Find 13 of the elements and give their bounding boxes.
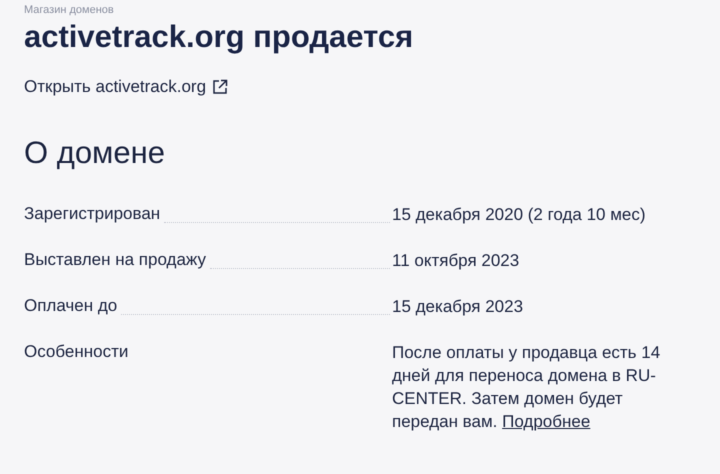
field-value: 15 декабря 2020 (2 года 10 мес) bbox=[392, 204, 647, 226]
section-heading: О домене bbox=[24, 134, 166, 172]
field-label: Зарегистрирован bbox=[24, 203, 160, 225]
field-label: Выставлен на продажу bbox=[24, 249, 206, 271]
field-value: 11 октября 2023 bbox=[392, 250, 520, 272]
more-link[interactable]: Подробнее bbox=[502, 412, 590, 431]
field-label: Особенности bbox=[24, 341, 128, 363]
field-value: После оплаты у продавца есть 14 дней для переноса домена в RU-CENTER. Затем домен будет передан вам. Подробнее bbox=[392, 342, 662, 433]
external-link-icon bbox=[212, 79, 228, 95]
page-title: activetrack.org продается bbox=[24, 19, 414, 55]
field-value: 15 декабря 2023 bbox=[392, 296, 524, 318]
field-label: Оплачен до bbox=[24, 295, 118, 317]
open-site-link[interactable]: Открыть activetrack.org bbox=[24, 77, 228, 97]
